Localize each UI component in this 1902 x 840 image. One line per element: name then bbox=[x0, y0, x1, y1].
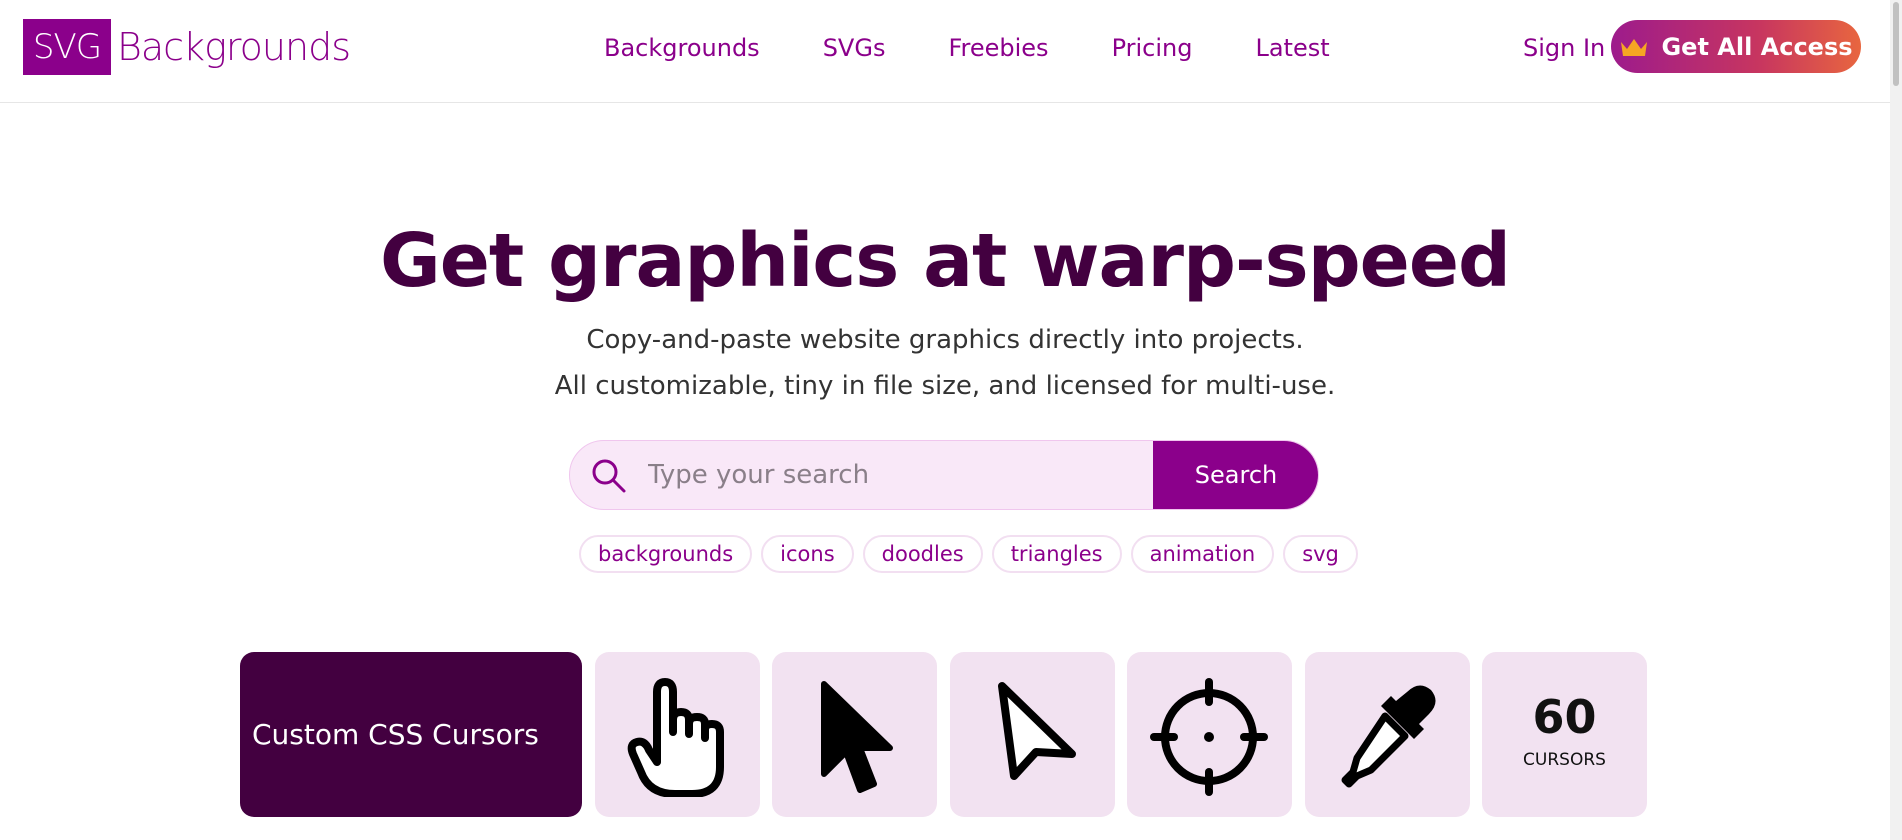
get-all-access-button[interactable]: Get All Access bbox=[1611, 20, 1861, 73]
search-icon bbox=[592, 459, 626, 493]
scrollbar[interactable] bbox=[1890, 0, 1902, 840]
collection-title: Custom CSS Cursors bbox=[252, 718, 539, 751]
tag-animation[interactable]: animation bbox=[1130, 535, 1275, 573]
nav-pricing[interactable]: Pricing bbox=[1112, 30, 1193, 66]
collection-card-title[interactable]: Custom CSS Cursors bbox=[240, 652, 582, 817]
cursor-card-crosshair[interactable] bbox=[1127, 652, 1292, 817]
outline-arrow-cursor-icon bbox=[998, 682, 1076, 780]
cursor-card-arrow[interactable] bbox=[772, 652, 937, 817]
main-nav: Backgrounds SVGs Freebies Pricing Latest bbox=[604, 30, 1330, 66]
cursor-card-pointer[interactable] bbox=[595, 652, 760, 817]
nav-freebies[interactable]: Freebies bbox=[948, 30, 1048, 66]
sign-in-link[interactable]: Sign In bbox=[1523, 30, 1605, 66]
hero-title: Get graphics at warp-speed bbox=[379, 218, 1511, 304]
search-button[interactable]: Search bbox=[1153, 441, 1318, 509]
logo-box: SVG bbox=[23, 19, 111, 75]
pointing-hand-cursor-icon bbox=[627, 678, 724, 797]
cursor-card-outline-arrow[interactable] bbox=[950, 652, 1115, 817]
get-all-access-label: Get All Access bbox=[1661, 32, 1853, 61]
nav-svgs[interactable]: SVGs bbox=[823, 30, 886, 66]
hero-subtitle-2: All customizable, tiny in file size, and… bbox=[554, 371, 1336, 401]
hero-subtitle-1: Copy-and-paste website graphics directly… bbox=[586, 325, 1304, 355]
search-bar: Search bbox=[569, 440, 1319, 510]
search-tags: backgrounds icons doodles triangles anim… bbox=[579, 535, 1367, 573]
tag-doodles[interactable]: doodles bbox=[862, 535, 983, 573]
cursor-count-label: CURSORS bbox=[1523, 750, 1606, 770]
scrollbar-thumb[interactable] bbox=[1893, 2, 1899, 86]
nav-backgrounds[interactable]: Backgrounds bbox=[604, 30, 760, 66]
tag-triangles[interactable]: triangles bbox=[991, 535, 1122, 573]
arrow-cursor-icon bbox=[821, 681, 893, 793]
tag-icons[interactable]: icons bbox=[761, 535, 854, 573]
eyedropper-cursor-icon bbox=[1341, 685, 1436, 788]
cursor-count: 60 bbox=[1532, 690, 1597, 744]
search-input[interactable] bbox=[648, 441, 1148, 508]
tag-svg[interactable]: svg bbox=[1283, 535, 1358, 573]
logo-text: Backgrounds bbox=[117, 25, 351, 69]
site-logo[interactable]: SVG Backgrounds bbox=[23, 19, 351, 75]
nav-latest[interactable]: Latest bbox=[1255, 30, 1329, 66]
crown-icon bbox=[1619, 36, 1649, 58]
crosshair-cursor-icon bbox=[1150, 678, 1268, 796]
site-header: SVG Backgrounds Backgrounds SVGs Freebie… bbox=[0, 0, 1890, 103]
tag-backgrounds[interactable]: backgrounds bbox=[579, 535, 753, 573]
cursor-count-card[interactable]: 60 CURSORS bbox=[1482, 652, 1647, 817]
cursor-card-eyedropper[interactable] bbox=[1305, 652, 1470, 817]
